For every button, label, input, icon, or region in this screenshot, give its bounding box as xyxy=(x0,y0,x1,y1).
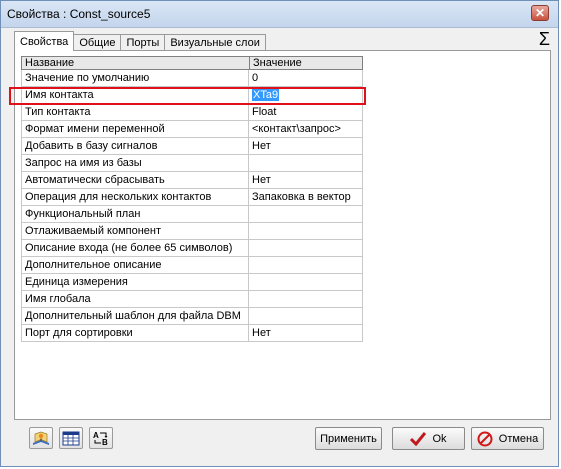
property-value-cell[interactable]: 0 xyxy=(249,70,363,87)
property-name-cell[interactable]: Тип контакта xyxy=(21,104,249,121)
table-row[interactable]: Имя глобала xyxy=(21,291,363,308)
table-row[interactable]: Запрос на имя из базы xyxy=(21,155,363,172)
tab-properties[interactable]: Свойства xyxy=(14,31,75,51)
apply-label: Применить xyxy=(320,432,377,445)
table-row[interactable]: Значение по умолчанию 0 xyxy=(21,70,363,87)
property-value-cell[interactable] xyxy=(249,257,363,274)
property-name-cell[interactable]: Дополнительный шаблон для файла DBM xyxy=(21,308,249,325)
property-value-cell[interactable] xyxy=(249,308,363,325)
table-row[interactable]: Автоматически сбрасывать Нет xyxy=(21,172,363,189)
apply-button[interactable]: Применить xyxy=(315,427,382,450)
svg-text:B: B xyxy=(102,438,108,446)
property-value-cell[interactable] xyxy=(249,155,363,172)
property-value-cell[interactable]: Нет xyxy=(249,138,363,155)
table-row[interactable]: Функциональный план xyxy=(21,206,363,223)
table-row[interactable]: Формат имени переменной <контакт\запрос> xyxy=(21,121,363,138)
table-row[interactable]: Операция для нескольких контактов Запаков… xyxy=(21,189,363,206)
swap-button[interactable]: A B xyxy=(89,427,113,449)
table-row[interactable]: Единица измерения xyxy=(21,274,363,291)
property-value-cell[interactable]: XTa9 xyxy=(249,87,363,104)
table-row[interactable]: Добавить в базу сигналов Нет xyxy=(21,138,363,155)
sigma-icon[interactable]: Σ xyxy=(539,29,550,49)
property-name-cell[interactable]: Функциональный план xyxy=(21,206,249,223)
property-value-cell[interactable]: Запаковка в вектор xyxy=(249,189,363,206)
property-value-cell[interactable]: <контакт\запрос> xyxy=(249,121,363,138)
cancel-icon xyxy=(477,431,493,446)
table-row[interactable]: Порт для сортировки Нет xyxy=(21,325,363,342)
cancel-label: Отмена xyxy=(498,432,539,445)
table-row[interactable]: Дополнительный шаблон для файла DBM xyxy=(21,308,363,325)
table-row[interactable]: Отлаживаемый компонент xyxy=(21,223,363,240)
property-name-cell[interactable]: Порт для сортировки xyxy=(21,325,249,342)
property-value-cell[interactable] xyxy=(249,223,363,240)
property-name-cell[interactable]: Формат имени переменной xyxy=(21,121,249,138)
grid-rows: Значение по умолчанию 0 Имя контакта XTa9 Ти… xyxy=(21,70,363,342)
property-value-cell[interactable] xyxy=(249,291,363,308)
table-view-button[interactable] xyxy=(59,427,83,449)
close-button[interactable]: ✕ xyxy=(531,5,549,21)
ok-label: Ok xyxy=(432,432,447,445)
property-name-cell[interactable]: Значение по умолчанию xyxy=(21,70,249,87)
swap-ab-icon: A B xyxy=(93,431,108,446)
table-row[interactable]: Тип контакта Float xyxy=(21,104,363,121)
window-title: Свойства : Const_source5 xyxy=(7,7,151,21)
title-bar[interactable]: Свойства : Const_source5 ✕ xyxy=(1,1,558,28)
property-name-cell[interactable]: Операция для нескольких контактов xyxy=(21,189,249,206)
selected-value-text[interactable]: XTa9 xyxy=(252,89,280,101)
tab-visual-layers[interactable]: Визуальные слои xyxy=(164,34,266,51)
column-header-name[interactable]: Название xyxy=(21,56,249,70)
tab-ports[interactable]: Порты xyxy=(120,34,166,51)
property-name-cell[interactable]: Запрос на имя из базы xyxy=(21,155,249,172)
property-name-cell[interactable]: Единица измерения xyxy=(21,274,249,291)
help-book-icon xyxy=(33,431,49,445)
property-value-cell[interactable] xyxy=(249,240,363,257)
property-name-cell[interactable]: Описание входа (не более 65 символов) xyxy=(21,240,249,257)
property-name-cell[interactable]: Автоматически сбрасывать xyxy=(21,172,249,189)
property-value-cell[interactable]: Нет xyxy=(249,325,363,342)
property-value-cell[interactable] xyxy=(249,206,363,223)
help-book-button[interactable] xyxy=(29,427,53,449)
table-icon xyxy=(62,431,80,445)
property-value-cell[interactable]: Нет xyxy=(249,172,363,189)
table-row[interactable]: Описание входа (не более 65 символов) xyxy=(21,240,363,257)
properties-grid: Название Значение Значение по умолчанию 0… xyxy=(21,56,363,342)
tab-strip: Свойства Общие Порты Визуальные слои xyxy=(14,31,266,51)
svg-text:A: A xyxy=(93,431,99,440)
property-name-cell[interactable]: Имя контакта xyxy=(21,87,249,104)
column-header-value[interactable]: Значение xyxy=(249,56,363,70)
grid-header: Название Значение xyxy=(21,56,363,70)
ok-button[interactable]: Ok xyxy=(392,427,465,450)
table-row[interactable]: Имя контакта XTa9 xyxy=(21,87,363,104)
property-name-cell[interactable]: Добавить в базу сигналов xyxy=(21,138,249,155)
tab-general[interactable]: Общие xyxy=(73,34,122,51)
property-value-cell[interactable]: Float xyxy=(249,104,363,121)
table-row[interactable]: Дополнительное описание xyxy=(21,257,363,274)
bottom-toolbar: A B Применить Ok Отмена xyxy=(0,420,557,466)
property-name-cell[interactable]: Отлаживаемый компонент xyxy=(21,223,249,240)
checkmark-icon xyxy=(410,431,427,446)
property-name-cell[interactable]: Дополнительное описание xyxy=(21,257,249,274)
property-value-cell[interactable] xyxy=(249,274,363,291)
cancel-button[interactable]: Отмена xyxy=(471,427,544,450)
property-name-cell[interactable]: Имя глобала xyxy=(21,291,249,308)
